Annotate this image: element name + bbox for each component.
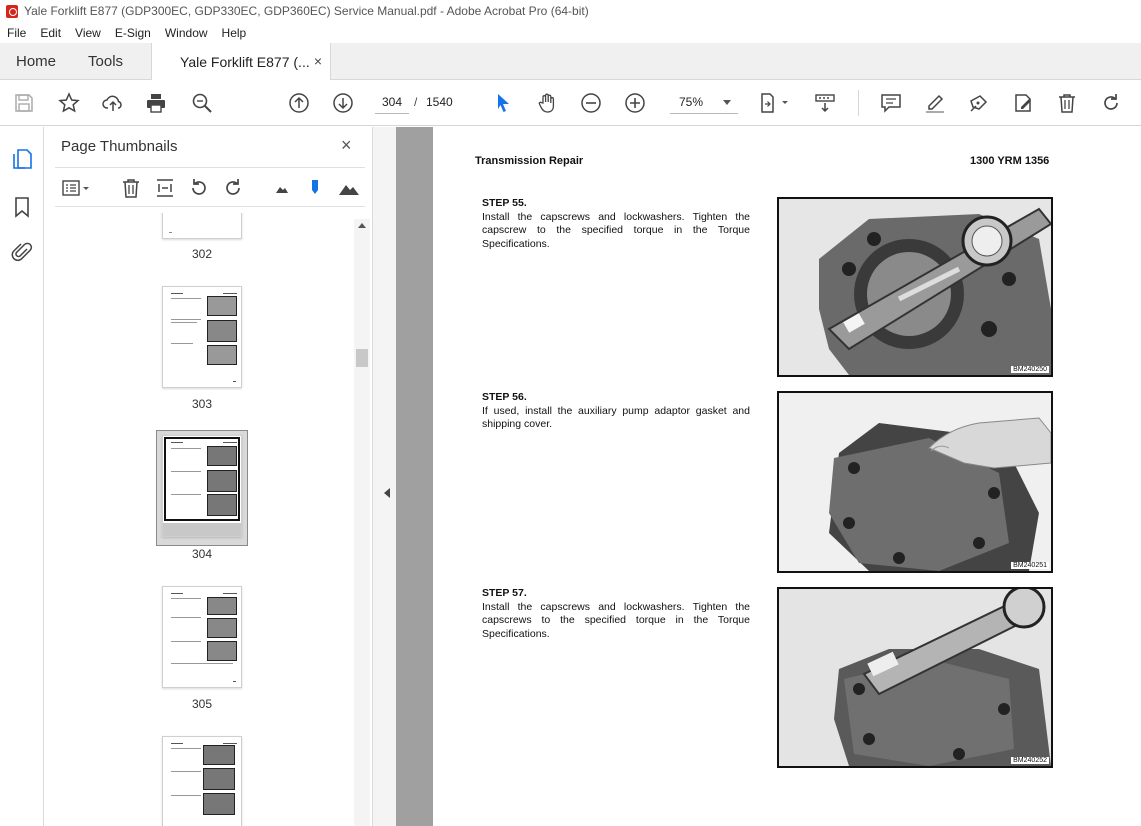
step-body: If used, install the auxiliary pump adap… [482,404,750,431]
attachments-paperclip-icon[interactable] [10,240,34,264]
page-header-left: Transmission Repair [475,155,584,167]
window-title: Yale Forklift E877 (GDP300EC, GDP330EC, … [24,4,589,18]
thumbnail-list: 302 303 304 305 [55,213,355,826]
zoom-level-value: 75% [679,95,704,109]
step-title: STEP 56. [482,391,527,403]
delete-page-icon[interactable] [120,177,142,199]
thumbnail-page-number: 305 [191,697,213,711]
image-code: BM240250 [1011,366,1049,373]
step-55: STEP 55. Install the capscrews and lockw… [482,197,750,251]
page-separator: / [414,95,418,109]
tab-document[interactable]: Yale Forklift E877 (... × [151,43,332,80]
step-body: Install the capscrews and lockwashers. T… [482,600,750,640]
document-viewport[interactable]: Transmission Repair 1300 YRM 1356 STEP 5… [396,127,1141,826]
upload-cloud-icon[interactable] [101,91,125,115]
panel-title: Page Thumbnails [61,138,178,155]
tab-tools[interactable]: Tools [72,43,151,80]
thumbnail-page[interactable] [162,286,242,388]
page-thumbnails-panel: Page Thumbnails × 302 303 304 305 [45,127,372,826]
thumbnail-scrollbar[interactable] [354,219,370,826]
toolbar-divider [858,90,859,116]
scrollbar-thumb[interactable] [356,349,368,367]
thumbnail-page[interactable] [162,736,242,826]
page-total: 1540 [426,95,453,109]
thumbnail-page[interactable] [162,213,242,239]
thumbnail-size-large-icon[interactable] [338,177,360,199]
step-56-photo: BM240251 [777,391,1053,573]
main-toolbar: 304 / 1540 75% [0,80,1141,126]
step-57-photo: BM240252 [777,587,1053,768]
page-number-input[interactable]: 304 [375,90,409,114]
step-title: STEP 55. [482,197,527,209]
page-thumbnails-icon[interactable] [10,147,34,171]
print-icon[interactable] [144,91,168,115]
step-55-photo: BM240250 [777,197,1053,377]
draw-pen-icon[interactable] [967,91,991,115]
highlight-pen-icon[interactable] [923,91,947,115]
rotate-clockwise-icon[interactable] [222,177,244,199]
extract-pages-icon[interactable] [154,177,176,199]
thumbnail-options-icon[interactable] [61,177,95,199]
step-57: STEP 57. Install the capscrews and lockw… [482,587,750,641]
menu-window[interactable]: Window [158,26,215,40]
save-icon[interactable] [12,91,36,115]
zoom-level-select[interactable]: 75% [670,90,738,114]
image-code: BM240252 [1011,757,1049,764]
menu-edit[interactable]: Edit [33,26,68,40]
thumbnail-page-current[interactable] [162,435,242,537]
thumbnail-page-number: 304 [191,547,213,561]
image-code: BM240251 [1011,562,1049,569]
menu-file[interactable]: File [0,26,33,40]
tab-document-label: Yale Forklift E877 (... [180,53,310,70]
tab-close-icon[interactable]: × [314,53,322,69]
comment-icon[interactable] [879,91,903,115]
menu-view[interactable]: View [68,26,108,40]
page-fit-icon[interactable] [758,91,792,115]
scrolling-mode-icon[interactable] [813,91,837,115]
rotate-icon[interactable] [1099,91,1123,115]
thumbnail-toolbar [55,167,365,207]
title-bar: Yale Forklift E877 (GDP300EC, GDP330EC, … [0,0,1141,22]
navigation-rail [0,127,44,826]
menu-bar: File Edit View E-Sign Window Help [0,22,1141,43]
edit-pdf-icon[interactable] [1011,91,1035,115]
rotate-counterclockwise-icon[interactable] [188,177,210,199]
panel-close-icon[interactable]: × [341,135,352,156]
thumbnail-size-slider-handle[interactable] [304,177,326,199]
menu-help[interactable]: Help [215,26,254,40]
hand-tool-icon[interactable] [535,91,559,115]
zoom-out-icon[interactable] [579,91,603,115]
bookmarks-icon[interactable] [10,195,34,219]
menu-esign[interactable]: E-Sign [108,26,158,40]
step-title: STEP 57. [482,587,527,599]
thumbnail-page-number: 303 [191,397,213,411]
bookmark-star-icon[interactable] [57,91,81,115]
step-56: STEP 56. If used, install the auxiliary … [482,391,750,432]
page-header-right: 1300 YRM 1356 [970,155,1050,167]
chevron-down-icon [723,100,731,105]
tab-home[interactable]: Home [0,43,72,80]
thumbnail-page[interactable] [162,586,242,688]
scroll-up-arrow-icon[interactable] [358,223,366,228]
collapse-panel-arrow-icon[interactable] [384,488,390,498]
previous-page-icon[interactable] [287,91,311,115]
thumbnail-size-small-icon[interactable] [271,177,293,199]
pdf-page: Transmission Repair 1300 YRM 1356 STEP 5… [433,127,1141,826]
acrobat-logo-icon [6,4,18,18]
next-page-icon[interactable] [331,91,355,115]
step-body: Install the capscrews and lockwashers. T… [482,210,750,250]
select-cursor-icon[interactable] [491,91,515,115]
zoom-in-icon[interactable] [623,91,647,115]
delete-trash-icon[interactable] [1055,91,1079,115]
tab-bar: Home Tools Yale Forklift E877 (... × [0,43,1141,80]
thumbnail-page-number: 302 [191,247,213,261]
panel-splitter[interactable] [372,127,396,826]
zoom-search-icon[interactable] [190,91,214,115]
